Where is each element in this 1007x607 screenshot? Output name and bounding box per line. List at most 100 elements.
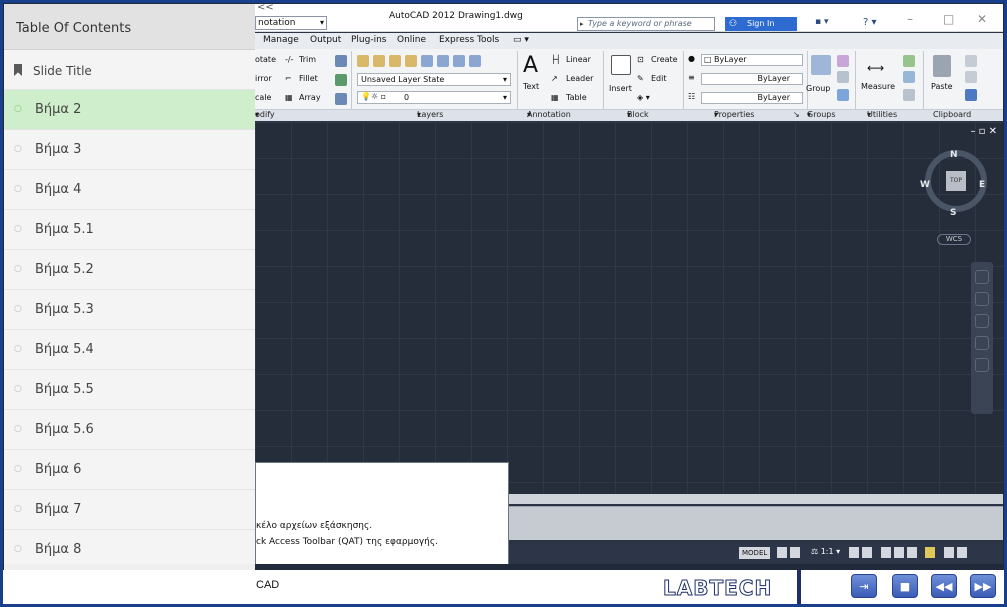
text-icon[interactable]: A [523,53,538,78]
table-button[interactable]: Table [566,93,587,102]
sign-in-button[interactable]: ⚇ Sign In [725,17,797,31]
viewcube-top-face[interactable]: TOP [946,171,966,191]
menu-online[interactable]: Online [397,35,426,45]
explode-icon[interactable] [335,74,347,86]
ungroup-icon[interactable] [837,55,849,67]
viewport-controls[interactable]: – ▫ ✕ [970,126,997,137]
match-properties-icon[interactable] [965,89,977,101]
layer-select[interactable]: 💡☼ ▫ 0 ▾ [357,91,511,104]
create-block-button[interactable]: Create [651,55,678,64]
toc-item[interactable]: ○ Βήμα 3 [4,130,255,170]
next-slide-button[interactable]: ⇥ [851,574,877,598]
toc-item[interactable]: ○ Βήμα 5.5 [4,370,255,410]
panel-block[interactable]: Block ▾ [627,110,649,119]
panel-groups[interactable]: Groups ▾ [807,110,836,119]
help-icon[interactable]: ? ▾ [863,17,877,28]
quick-view-layouts-icon[interactable] [777,547,787,558]
layer-off-icon[interactable] [373,55,385,67]
copy-icon[interactable] [965,71,977,83]
linear-button[interactable]: Linear [566,55,591,64]
workspace-select[interactable]: notation ▾ [255,16,327,30]
toc-item[interactable]: ○ Βήμα 6 [4,450,255,490]
close-icon[interactable]: ✕ [977,12,987,26]
leader-button[interactable]: Leader [566,74,593,83]
quickcalc-icon[interactable] [903,55,915,67]
annotation-scale[interactable]: ⚖ 1:1 ▾ [811,547,840,556]
orbit-icon[interactable] [975,336,989,350]
collapse-chevron-icon[interactable]: << [257,4,274,13]
pan-icon[interactable] [975,292,989,306]
edit-block-button[interactable]: Edit [651,74,667,83]
measure-button[interactable]: Measure [861,82,895,91]
stop-button[interactable]: ■ [892,574,918,598]
trim-button[interactable]: Trim [299,55,316,64]
annotation-visibility-icon[interactable] [849,547,859,558]
trim-icon[interactable]: -/- [285,55,293,64]
paste-button[interactable]: Paste [931,82,953,91]
workspace-switch-icon[interactable] [881,547,891,558]
exchange-icon[interactable]: ▪ ▾ [815,17,855,31]
minimize-icon[interactable]: – [907,12,913,26]
linear-icon[interactable]: ├┤ [551,55,561,64]
create-block-icon[interactable]: ⊡ [637,55,644,64]
linetype-select[interactable]: ByLayer [701,92,803,104]
panel-modify[interactable]: odify ▾ [255,110,275,119]
scale-button[interactable]: cale [255,93,271,102]
paste-icon[interactable] [933,55,951,77]
fillet-button[interactable]: Fillet [299,74,318,83]
layer-state-select[interactable]: Unsaved Layer State ▾ [357,73,511,86]
command-line[interactable] [509,506,1003,540]
lineweight-select[interactable]: ByLayer [701,73,803,85]
measure-icon[interactable]: ⟷ [867,61,884,75]
isolate-objects-icon[interactable] [925,547,935,558]
menu-plugins[interactable]: Plug-ins [351,35,387,45]
lock-icon[interactable] [894,547,904,558]
panel-utilities[interactable]: Utilities ▾ [867,110,897,119]
toc-item[interactable]: ○ Βήμα 5.4 [4,330,255,370]
menu-output[interactable]: Output [310,35,341,45]
leader-icon[interactable]: ↗ [551,74,558,83]
id-point-icon[interactable] [903,71,915,83]
cut-icon[interactable] [965,55,977,67]
drawing-area[interactable]: – ▫ ✕ TOP N S E W WCS [255,122,1003,494]
insert-icon[interactable] [611,55,631,75]
attribute-icon[interactable]: ◈ ▾ [637,93,650,102]
table-icon[interactable]: ▦ [551,93,559,102]
fast-forward-button[interactable]: ▶▶ [970,574,996,598]
text-button[interactable]: Text [523,82,539,91]
edit-block-icon[interactable]: ✎ [637,74,644,83]
insert-button[interactable]: Insert [609,84,632,93]
panel-layers[interactable]: Layers ▾ [417,110,443,119]
maximize-icon[interactable]: □ [943,12,954,26]
model-button[interactable]: MODEL [739,547,771,559]
mirror-button[interactable]: irror [255,74,272,83]
color-select[interactable]: □ ByLayer [701,54,803,66]
search-input[interactable]: ▸ Type a keyword or phrase [577,17,715,31]
layer-match-icon[interactable] [437,55,449,67]
layer-walk-icon[interactable] [469,55,481,67]
panel-expand-icon[interactable]: ↘ [793,110,800,119]
menu-express-tools[interactable]: Express Tools [439,35,499,45]
linetype-icon[interactable]: ☷ [688,92,695,101]
quick-view-drawings-icon[interactable] [790,547,800,558]
showmotion-icon[interactable] [975,358,989,372]
toc-item[interactable]: ○ Βήμα 2 [4,90,255,130]
group-button[interactable]: Group [806,84,830,93]
menu-manage[interactable]: Manage [263,35,299,45]
hardware-acceleration-icon[interactable] [907,547,917,558]
rewind-button[interactable]: ◀◀ [931,574,957,598]
array-button[interactable]: Array [299,93,321,102]
toc-item[interactable]: ○ Βήμα 4 [4,170,255,210]
wcs-menu[interactable]: WCS [937,234,971,245]
layer-properties-icon[interactable] [357,55,369,67]
layer-lock-icon[interactable] [421,55,433,67]
calculator-icon[interactable] [903,89,915,101]
erase-icon[interactable] [335,55,347,67]
group-select-icon[interactable] [837,89,849,101]
auto-scale-icon[interactable] [862,547,872,558]
status-menu-icon[interactable] [944,547,954,558]
zoom-icon[interactable] [975,314,989,328]
offset-icon[interactable] [335,93,347,105]
layer-freeze-icon[interactable] [405,55,417,67]
layer-isolate-icon[interactable] [389,55,401,67]
